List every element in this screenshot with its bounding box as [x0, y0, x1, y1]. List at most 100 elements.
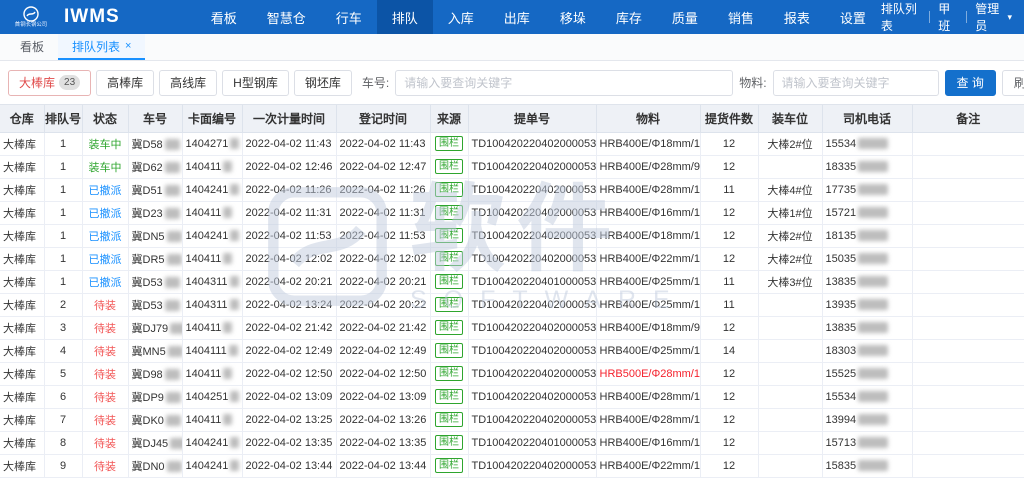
cell-remark: [912, 339, 1024, 362]
warehouse-tab[interactable]: 钢坯库: [294, 70, 352, 96]
cell-dock: 大棒2#位: [758, 224, 822, 247]
redacted-text: [167, 231, 182, 242]
cell-qty: 12: [700, 155, 758, 178]
cell-bill-no: TD10042022040200005319: [468, 247, 596, 270]
nav-item[interactable]: 智慧仓: [252, 0, 321, 34]
user-menu[interactable]: 管理员 ▾: [975, 0, 1012, 34]
table-row[interactable]: 大棒库1已撤派冀DR51404112022-04-02 12:022022-04…: [0, 247, 1024, 270]
column-header: 车号: [128, 105, 182, 132]
cell-card: 1404251: [182, 385, 242, 408]
nav-item[interactable]: 报表: [769, 0, 825, 34]
redacted-text: [858, 253, 888, 264]
status-badge: 已撤派: [89, 277, 122, 289]
cell-qty: 11: [700, 270, 758, 293]
cell-dock: [758, 431, 822, 454]
column-header: 提货件数: [700, 105, 758, 132]
redacted-text: [858, 230, 888, 241]
cell-dock: [758, 339, 822, 362]
cell-qty: 14: [700, 339, 758, 362]
redacted-text: [166, 392, 181, 403]
redacted-text: [167, 254, 182, 265]
cell-reg-time: 2022-04-02 12:47: [336, 155, 430, 178]
source-badge: 围栏: [435, 412, 463, 427]
table-row[interactable]: 大棒库4待装冀MN514041112022-04-02 12:492022-04…: [0, 339, 1024, 362]
source-badge: 围栏: [435, 435, 463, 450]
table-row[interactable]: 大棒库1已撤派冀D231404112022-04-02 11:312022-04…: [0, 201, 1024, 224]
cell-card: 1404311: [182, 270, 242, 293]
table-row[interactable]: 大棒库5待装冀D981404112022-04-02 12:502022-04-…: [0, 362, 1024, 385]
nav-item[interactable]: 入库: [433, 0, 489, 34]
table-row[interactable]: 大棒库1已撤派冀DN514042412022-04-02 11:532022-0…: [0, 224, 1024, 247]
topbar-page-link[interactable]: 排队列表: [881, 0, 921, 34]
refresh-button[interactable]: 刷 新: [1002, 70, 1024, 96]
table-row[interactable]: 大棒库1已撤派冀D5114042412022-04-02 11:262022-0…: [0, 178, 1024, 201]
nav-item[interactable]: 出库: [489, 0, 545, 34]
cell-source: 围栏: [430, 201, 468, 224]
cell-dock: [758, 408, 822, 431]
search-button[interactable]: 查 询: [945, 70, 996, 96]
redacted-text: [223, 322, 232, 333]
redacted-text: [858, 184, 888, 195]
cell-material: HRB400E/Φ22mm/12m: [596, 454, 700, 477]
nav-item[interactable]: 质量: [657, 0, 713, 34]
cell-remark: [912, 431, 1024, 454]
cell-weigh-time: 2022-04-02 12:02: [242, 247, 336, 270]
table-row[interactable]: 大棒库1装车中冀D5814042712022-04-02 11:432022-0…: [0, 132, 1024, 155]
table-row[interactable]: 大棒库6待装冀DP914042512022-04-02 13:092022-04…: [0, 385, 1024, 408]
nav-item[interactable]: 排队: [377, 0, 433, 34]
redacted-text: [223, 161, 232, 172]
cell-source: 围栏: [430, 293, 468, 316]
nav-item[interactable]: 行车: [321, 0, 377, 34]
nav-item[interactable]: 库存: [601, 0, 657, 34]
cell-qty: 12: [700, 224, 758, 247]
cell-weigh-time: 2022-04-02 13:25: [242, 408, 336, 431]
nav-item[interactable]: 销售: [713, 0, 769, 34]
cell-plate: 冀D53: [128, 270, 182, 293]
material-filter-input[interactable]: [773, 70, 939, 96]
status-badge: 待装: [94, 300, 116, 312]
page-tab[interactable]: 排队列表 ×: [58, 34, 145, 60]
warehouse-tab[interactable]: 高线库: [159, 70, 217, 96]
nav-item[interactable]: 设置: [825, 0, 881, 34]
column-header: 来源: [430, 105, 468, 132]
redacted-text: [858, 138, 888, 149]
source-badge: 围栏: [435, 366, 463, 381]
tab-close-icon[interactable]: ×: [125, 41, 131, 52]
cell-bill-no: TD10042022040100005315: [468, 270, 596, 293]
table-row[interactable]: 大棒库3待装冀DJ791404112022-04-02 21:422022-04…: [0, 316, 1024, 339]
warehouse-tab[interactable]: H型钢库: [222, 70, 289, 96]
plate-filter-input[interactable]: [395, 70, 733, 96]
cell-source: 围栏: [430, 408, 468, 431]
cell-card: 1404271: [182, 132, 242, 155]
page-tab-label: 排队列表: [72, 38, 120, 55]
cell-reg-time: 2022-04-02 20:21: [336, 270, 430, 293]
table-row[interactable]: 大棒库8待装冀DJ4514042412022-04-02 13:352022-0…: [0, 431, 1024, 454]
redacted-text: [230, 437, 239, 448]
shift-label[interactable]: 甲班: [938, 0, 958, 34]
table-row[interactable]: 大棒库2待装冀D5314043112022-04-02 13:242022-04…: [0, 293, 1024, 316]
warehouse-tab[interactable]: 高棒库: [96, 70, 154, 96]
cell-warehouse: 大棒库: [0, 362, 44, 385]
user-name: 管理员: [975, 0, 1004, 34]
table-row[interactable]: 大棒库1已撤派冀D5314043112022-04-02 20:212022-0…: [0, 270, 1024, 293]
cell-material: HRB400E/Φ16mm/12m: [596, 431, 700, 454]
table-row[interactable]: 大棒库7待装冀DK01404112022-04-02 13:252022-04-…: [0, 408, 1024, 431]
cell-dock: [758, 316, 822, 339]
cell-warehouse: 大棒库: [0, 224, 44, 247]
table-row[interactable]: 大棒库9待装冀DN014042412022-04-02 13:442022-04…: [0, 454, 1024, 477]
nav-item[interactable]: 移垛: [545, 0, 601, 34]
redacted-text: [165, 300, 180, 311]
cell-material: HRB400E/Φ18mm/12m: [596, 224, 700, 247]
table-row[interactable]: 大棒库1装车中冀D621404112022-04-02 12:462022-04…: [0, 155, 1024, 178]
page-tab[interactable]: 看板: [6, 34, 58, 60]
cell-remark: [912, 408, 1024, 431]
cell-source: 围栏: [430, 247, 468, 270]
cell-weigh-time: 2022-04-02 11:43: [242, 132, 336, 155]
company-logo-icon: [23, 6, 39, 22]
cell-phone: 17735: [822, 178, 912, 201]
cell-card: 1404311: [182, 293, 242, 316]
cell-plate: 冀D98: [128, 362, 182, 385]
status-badge: 已撤派: [89, 231, 122, 243]
nav-item[interactable]: 看板: [196, 0, 252, 34]
warehouse-tab[interactable]: 大棒库23: [8, 70, 91, 96]
